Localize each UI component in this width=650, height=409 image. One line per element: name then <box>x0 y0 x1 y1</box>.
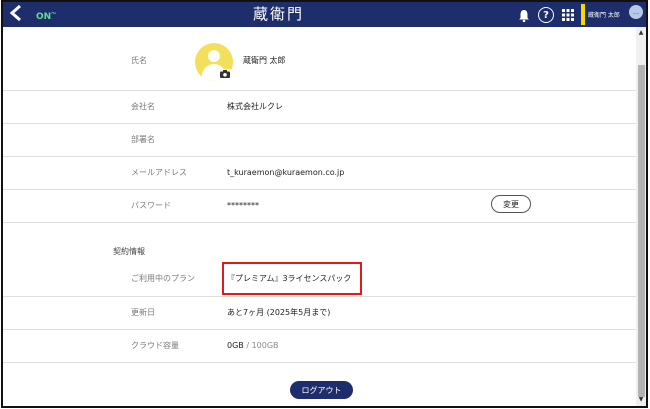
on-status-badge: ON〜 <box>36 11 57 22</box>
app-window: ON〜 蔵衛門 ? 蔵衛門 太郎 … 氏名 蔵衛門 太郎 会社名 株式会社ルクレ… <box>1 0 648 408</box>
storage-used: 0GB <box>227 341 244 350</box>
company-value: 株式会社ルクレ <box>227 102 283 111</box>
storage-total: 100GB <box>251 341 279 350</box>
change-password-button[interactable]: 変更 <box>491 195 531 213</box>
password-label: パスワード <box>131 201 171 210</box>
bell-icon[interactable] <box>517 7 531 23</box>
contract-section-title: 契約情報 <box>113 247 145 256</box>
password-value: ******** <box>227 201 259 210</box>
scroll-down-icon[interactable]: ▼ <box>637 396 645 404</box>
contract-row-storage: クラウド容量 0GB / 100GB <box>3 330 636 363</box>
profile-row-email: メールアドレス t_kuraemon@kuraemon.co.jp <box>3 157 636 190</box>
logout-button[interactable]: ログアウト <box>290 381 353 399</box>
scroll-thumb[interactable] <box>638 65 645 397</box>
vertical-scrollbar[interactable]: ▲ ▼ <box>636 27 646 406</box>
profile-row-name: 氏名 蔵衛門 太郎 <box>3 27 636 91</box>
contract-row-renewal: 更新日 あと7ヶ月 (2025年5月まで) <box>3 297 636 330</box>
profile-row-department: 部署名 <box>3 124 636 157</box>
camera-icon[interactable] <box>219 69 231 79</box>
name-value: 蔵衛門 太郎 <box>243 56 286 65</box>
storage-value: 0GB / 100GB <box>227 340 279 352</box>
profile-row-password: パスワード ******** 変更 <box>3 190 636 223</box>
plan-highlight-box <box>222 262 362 295</box>
chat-icon[interactable]: … <box>629 5 643 19</box>
app-logo: 蔵衛門 <box>253 5 305 23</box>
back-arrow-icon[interactable] <box>7 4 25 24</box>
department-label: 部署名 <box>131 135 155 144</box>
email-label: メールアドレス <box>131 168 187 177</box>
renewal-value: あと7ヶ月 (2025年5月まで) <box>227 308 331 317</box>
account-settings: 氏名 蔵衛門 太郎 会社名 株式会社ルクレ 部署名 メールアドレス t_kura… <box>3 27 636 406</box>
top-header: ON〜 蔵衛門 ? 蔵衛門 太郎 … <box>3 2 646 27</box>
storage-label: クラウド容量 <box>131 341 179 350</box>
plan-label: ご利用中のプラン <box>131 274 195 283</box>
email-value: t_kuraemon@kuraemon.co.jp <box>227 168 345 177</box>
scroll-up-icon[interactable]: ▲ <box>637 29 645 37</box>
name-label: 氏名 <box>131 56 147 65</box>
apps-grid-icon[interactable] <box>561 7 575 23</box>
user-name: 蔵衛門 太郎 <box>588 12 620 19</box>
renewal-label: 更新日 <box>131 308 155 317</box>
storage-separator: / <box>243 341 252 350</box>
help-icon[interactable]: ? <box>538 7 554 23</box>
company-label: 会社名 <box>131 102 155 111</box>
user-menu[interactable]: 蔵衛門 太郎 <box>581 4 625 25</box>
profile-row-company: 会社名 株式会社ルクレ <box>3 91 636 124</box>
